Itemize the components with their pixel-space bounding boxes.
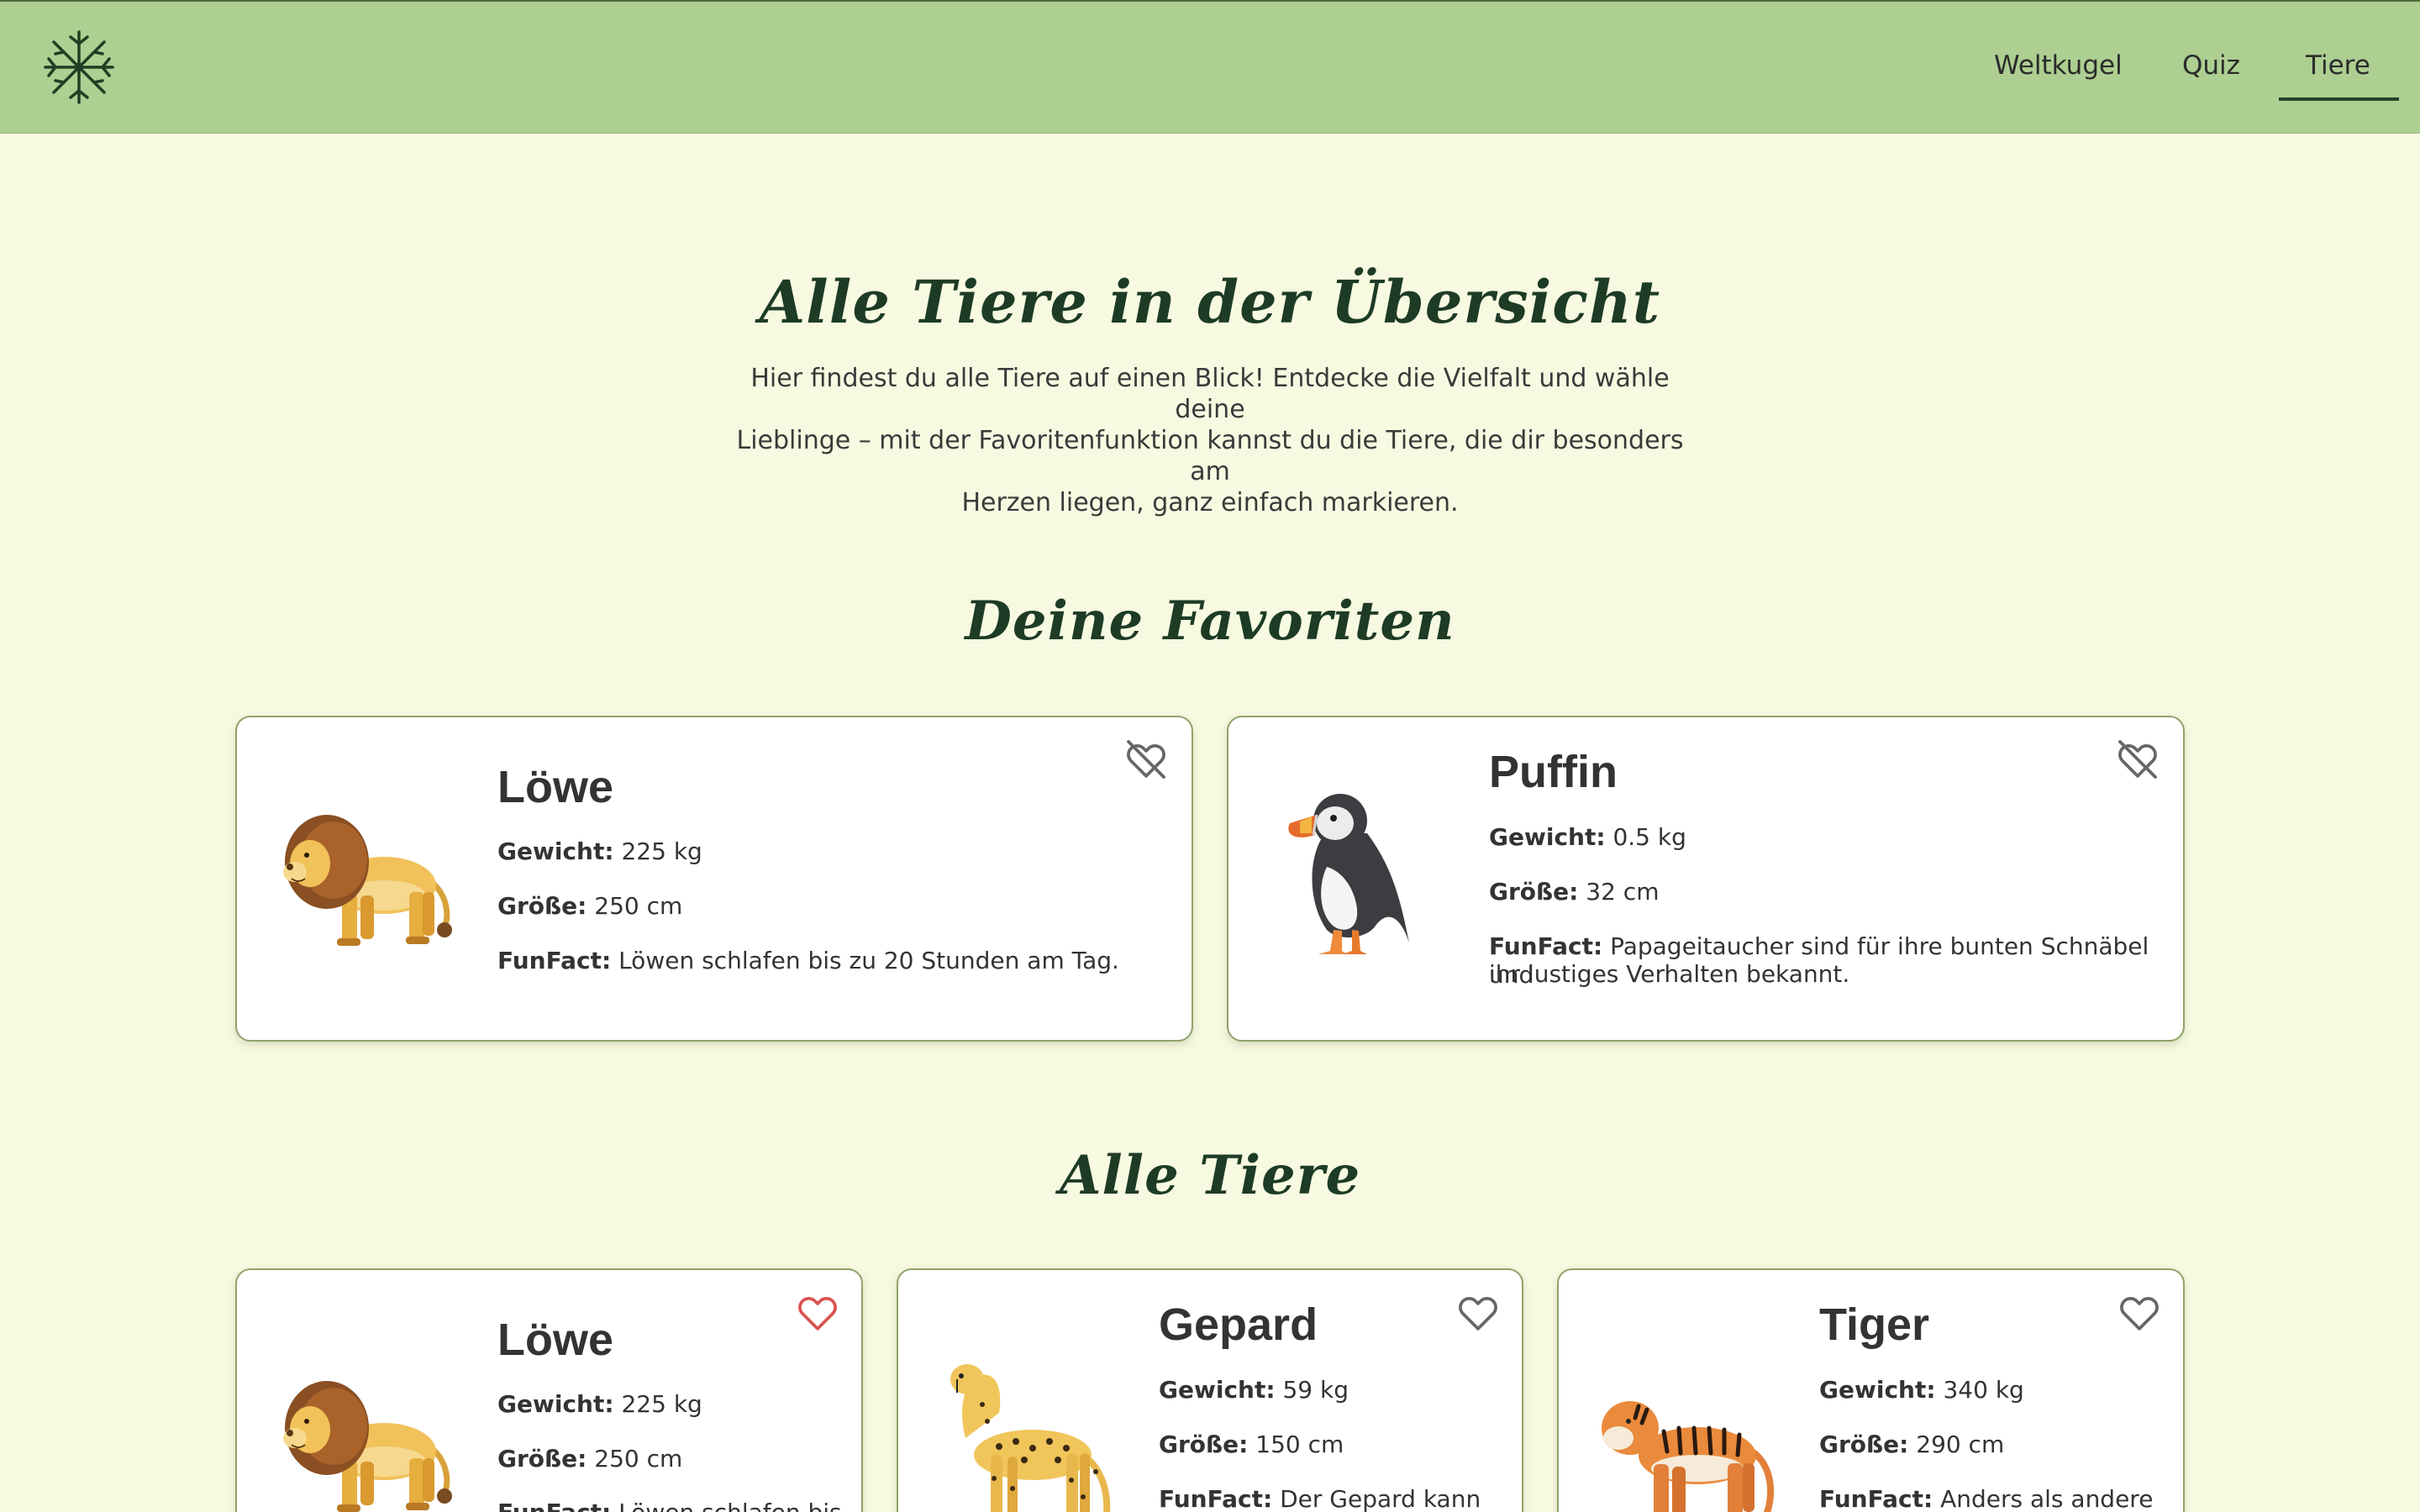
funfact-label: FunFact: xyxy=(1159,1485,1273,1512)
animal-name: Löwe xyxy=(497,762,614,812)
weight-label: Gewicht: xyxy=(1159,1376,1276,1404)
funfact-row: FunFact: Löwen schlafen bis xyxy=(497,1499,842,1512)
heart-icon xyxy=(2120,1296,2159,1331)
size-value: 150 cm xyxy=(1255,1431,1344,1458)
top-nav-bar: Weltkugel Quiz Tiere xyxy=(0,0,2420,134)
favorite-card-puffin[interactable]: Puffin Gewicht: 0.5 kg Größe: 32 cm FunF… xyxy=(1227,716,2185,1042)
funfact-value: Löwen schlafen bis zu 20 Stunden am Tag. xyxy=(618,947,1119,974)
animal-name: Puffin xyxy=(1489,747,1618,797)
weight-row: Gewicht: 59 kg xyxy=(1159,1376,1349,1404)
weight-label: Gewicht: xyxy=(1489,823,1606,851)
funfact-value: Der Gepard kann xyxy=(1280,1485,1481,1512)
weight-value: 340 kg xyxy=(1943,1376,2024,1404)
tiger-image xyxy=(1580,1376,1781,1512)
size-value: 250 cm xyxy=(594,892,683,920)
size-row: Größe: 250 cm xyxy=(497,892,682,921)
funfact-label: FunFact: xyxy=(1819,1485,1933,1512)
heart-off-icon xyxy=(2118,740,2157,779)
funfact-label: FunFact: xyxy=(497,1499,611,1512)
unfavorite-button[interactable] xyxy=(2114,736,2161,783)
intro-line: Herzen liegen, ganz einfach markieren. xyxy=(961,488,1459,517)
size-value: 290 cm xyxy=(1916,1431,2005,1458)
weight-row: Gewicht: 340 kg xyxy=(1819,1376,2024,1404)
weight-value: 225 kg xyxy=(621,1390,702,1418)
size-row: Größe: 250 cm xyxy=(497,1445,682,1473)
animal-name: Löwe xyxy=(497,1315,614,1365)
weight-value: 59 kg xyxy=(1282,1376,1349,1404)
heart-icon xyxy=(1459,1296,1497,1331)
unfavorite-button[interactable] xyxy=(1123,736,1170,783)
size-label: Größe: xyxy=(1819,1431,1909,1458)
lion-image xyxy=(258,801,460,953)
lion-image xyxy=(258,1368,460,1512)
weight-label: Gewicht: xyxy=(1819,1376,1936,1404)
intro-line: Lieblinge – mit der Favoritenfunktion ka… xyxy=(736,426,1684,486)
favorites-section-title: Deine Favoriten xyxy=(965,590,1455,653)
size-value: 32 cm xyxy=(1586,878,1660,906)
animal-card-gepard[interactable]: Gepard Gewicht: 59 kg Größe: 150 cm FunF… xyxy=(897,1268,1523,1512)
favorite-card-loewe[interactable]: Löwe Gewicht: 225 kg Größe: 250 cm FunFa… xyxy=(235,716,1193,1042)
funfact-value: Anders als andere xyxy=(1940,1485,2154,1512)
size-row: Größe: 290 cm xyxy=(1819,1431,2004,1459)
all-animals-section-title: Alle Tiere xyxy=(1059,1144,1361,1207)
funfact-row: FunFact: Löwen schlafen bis zu 20 Stunde… xyxy=(497,947,1119,975)
page-intro: Hier findest du alle Tiere auf einen Bli… xyxy=(723,363,1697,518)
weight-row: Gewicht: 0.5 kg xyxy=(1489,823,1686,852)
funfact-label: FunFact: xyxy=(1489,932,1603,960)
weight-label: Gewicht: xyxy=(497,837,614,865)
size-label: Größe: xyxy=(1159,1431,1249,1458)
animal-name: Gepard xyxy=(1159,1299,1318,1350)
animal-name: Tiger xyxy=(1819,1299,1930,1350)
tree-logo-icon[interactable] xyxy=(37,25,121,109)
size-label: Größe: xyxy=(497,1445,587,1473)
funfact-value: Löwen schlafen bis xyxy=(618,1499,842,1512)
size-row: Größe: 150 cm xyxy=(1159,1431,1344,1459)
funfact-row: FunFact: Der Gepard kann xyxy=(1159,1485,1481,1512)
weight-row: Gewicht: 225 kg xyxy=(497,1390,702,1419)
funfact-label: FunFact: xyxy=(497,947,612,974)
favorite-toggle-button[interactable] xyxy=(1455,1289,1502,1336)
nav-link-quiz[interactable]: Quiz xyxy=(2182,50,2240,81)
cheetah-image xyxy=(915,1354,1117,1512)
animal-card-loewe[interactable]: Löwe Gewicht: 225 kg Größe: 250 cm FunFa… xyxy=(235,1268,863,1512)
heart-off-icon xyxy=(1127,740,1165,779)
weight-value: 0.5 kg xyxy=(1612,823,1686,851)
weight-value: 225 kg xyxy=(621,837,702,865)
nav-link-weltkugel[interactable]: Weltkugel xyxy=(1994,50,2123,81)
size-value: 250 cm xyxy=(594,1445,683,1473)
page-title: Alle Tiere in der Übersicht xyxy=(759,267,1661,337)
size-label: Größe: xyxy=(1489,878,1579,906)
intro-line: Hier findest du alle Tiere auf einen Bli… xyxy=(750,364,1670,424)
funfact-row: FunFact: Anders als andere xyxy=(1819,1485,2153,1512)
favorite-toggle-button[interactable] xyxy=(2116,1289,2163,1336)
nav-link-tiere[interactable]: Tiere xyxy=(2279,50,2399,101)
funfact-row-continued: ihr lustiges Verhalten bekannt. xyxy=(1489,960,1850,988)
weight-label: Gewicht: xyxy=(497,1390,614,1418)
heart-icon xyxy=(798,1296,837,1331)
puffin-image xyxy=(1275,774,1409,959)
size-row: Größe: 32 cm xyxy=(1489,878,1659,906)
favorite-toggle-button[interactable] xyxy=(794,1289,841,1336)
weight-row: Gewicht: 225 kg xyxy=(497,837,702,866)
size-label: Größe: xyxy=(497,892,587,920)
animal-card-tiger[interactable]: Tiger Gewicht: 340 kg Größe: 290 cm FunF… xyxy=(1557,1268,2185,1512)
